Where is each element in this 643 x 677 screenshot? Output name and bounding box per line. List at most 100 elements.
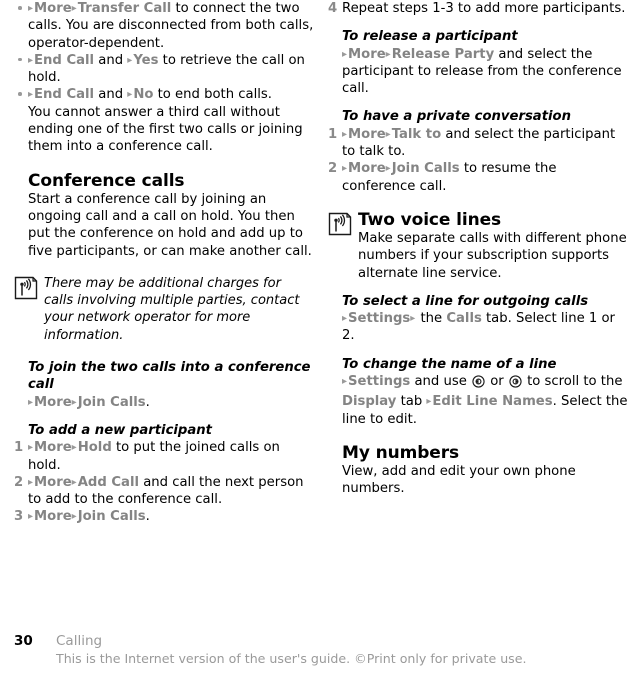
ui-term: Add Call <box>77 474 139 490</box>
left-column: ▸More▸Transfer Call to connect the two c… <box>14 0 314 526</box>
ui-term: More <box>348 161 386 177</box>
list-item-text: ▸Settings▸ the Calls tab. Select line 1 … <box>342 311 615 344</box>
add-participant-steps-continued: 4 Repeat steps 1-3 to add more participan… <box>328 0 628 17</box>
ui-term: End Call <box>34 52 95 68</box>
list-item: ▸Settings▸ the Calls tab. Select line 1 … <box>328 310 628 345</box>
join-two-calls-heading: To join the two calls into a conference … <box>28 360 311 393</box>
list-item-text: ▸End Call and ▸Yes to retrieve the call … <box>28 52 305 86</box>
step-number: 2 <box>14 474 24 490</box>
ui-term: More <box>34 394 72 410</box>
list-item-text: ▸End Call and ▸No to end both calls. <box>28 87 272 103</box>
ui-term: More <box>34 440 72 456</box>
ui-term: No <box>133 87 154 103</box>
my-numbers-text: View, add and edit your own phone number… <box>342 463 576 497</box>
footer-notice: This is the Internet version of the user… <box>56 651 527 666</box>
list-item: 1 ▸More▸Hold to put the joined calls on h… <box>14 439 314 474</box>
transfer-call-bullet-list: ▸More▸Transfer Call to connect the two c… <box>14 0 314 104</box>
ui-term: Settings <box>348 374 411 390</box>
joystick-left-icon <box>472 375 485 393</box>
list-item-text: ▸More▸Join Calls to resume the conferenc… <box>342 161 557 194</box>
charges-note: There may be additional charges for call… <box>14 275 314 344</box>
list-item-text: ▸More▸Transfer Call to connect the two c… <box>28 1 314 51</box>
change-line-name-heading: To change the name of a line <box>342 356 557 372</box>
ui-term: Join Calls <box>391 161 460 177</box>
list-item: ▸Settings and use or to scroll to the Di… <box>328 373 628 428</box>
list-item-text: ▸More▸Add Call and call the next person … <box>28 474 304 508</box>
select-line-steps: ▸Settings▸ the Calls tab. Select line 1 … <box>328 310 628 345</box>
chapter-name: Calling <box>56 633 103 649</box>
conference-calls-intro: Start a conference call by joining an on… <box>28 191 312 259</box>
step-number: 4 <box>328 1 338 16</box>
antenna-transmit-icon <box>14 276 38 305</box>
ui-term: More <box>34 1 72 16</box>
menu-arrow-icon: ▸ <box>410 313 416 325</box>
list-item-text: ▸More▸Release Party and select the parti… <box>342 46 622 97</box>
change-line-name-steps: ▸Settings and use or to scroll to the Di… <box>328 373 628 428</box>
bullet-marker <box>18 6 22 10</box>
charges-note-text: There may be additional charges for call… <box>44 275 300 343</box>
ui-term: More <box>34 509 72 525</box>
page-footer: 30 Calling This is the Internet version o… <box>14 632 629 667</box>
list-item: ▸More▸Join Calls. <box>14 394 314 411</box>
step-number: 1 <box>14 440 24 456</box>
step-number: 2 <box>328 161 338 177</box>
release-participant-steps: ▸More▸Release Party and select the parti… <box>328 46 628 98</box>
list-item: ▸End Call and ▸No to end both calls. <box>14 86 314 103</box>
joystick-right-icon <box>509 375 522 393</box>
third-call-paragraph: You cannot answer a third call without e… <box>28 104 303 155</box>
join-two-calls-steps: ▸More▸Join Calls. <box>14 394 314 411</box>
list-item: ▸End Call and ▸Yes to retrieve the call … <box>14 52 314 87</box>
bullet-marker <box>18 57 22 62</box>
bullet-marker <box>18 92 22 96</box>
list-item: 3 ▸More▸Join Calls. <box>14 508 314 525</box>
ui-term: More <box>348 46 386 62</box>
list-item-text: Repeat steps 1-3 to add more participant… <box>342 1 626 16</box>
ui-term: More <box>34 474 72 490</box>
list-item: 2 ▸More▸Join Calls to resume the conferen… <box>328 160 628 195</box>
manual-page: ▸More▸Transfer Call to connect the two c… <box>0 0 643 677</box>
list-item: ▸More▸Transfer Call to connect the two c… <box>14 0 314 52</box>
step-number: 3 <box>14 509 24 525</box>
ui-term: End Call <box>34 87 95 103</box>
ui-term: Talk to <box>391 126 442 142</box>
two-voice-lines-section: Two voice lines Make separate calls with… <box>328 210 628 282</box>
antenna-transmit-icon <box>328 212 352 240</box>
list-item: ▸More▸Release Party and select the parti… <box>328 46 628 98</box>
list-item-text: ▸More▸Join Calls. <box>28 394 150 410</box>
page-number: 30 <box>14 633 33 649</box>
footer-page-line: 30 Calling <box>14 632 629 650</box>
ui-term: Join Calls <box>77 509 146 525</box>
add-participant-heading: To add a new participant <box>28 422 212 438</box>
list-item: 2 ▸More▸Add Call and call the next person… <box>14 474 314 509</box>
two-voice-lines-intro: Make separate calls with different phone… <box>358 230 627 281</box>
list-item: 4 Repeat steps 1-3 to add more participan… <box>328 0 628 17</box>
private-conversation-heading: To have a private conversation <box>342 109 571 125</box>
two-voice-lines-heading: Two voice lines <box>358 209 502 230</box>
right-column: 4 Repeat steps 1-3 to add more participan… <box>328 0 628 498</box>
ui-term: Release Party <box>391 46 495 62</box>
ui-term: Calls <box>446 311 482 327</box>
add-participant-steps: 1 ▸More▸Hold to put the joined calls on h… <box>14 439 314 525</box>
release-participant-heading: To release a participant <box>342 29 518 45</box>
conference-calls-heading: Conference calls <box>28 170 185 191</box>
list-item-text: ▸Settings and use or to scroll to the Di… <box>342 374 628 427</box>
list-item-text: ▸More▸Hold to put the joined calls on ho… <box>28 440 280 473</box>
select-line-heading: To select a line for outgoing calls <box>342 293 589 309</box>
ui-term: Settings <box>348 311 411 327</box>
list-item-text: ▸More▸Join Calls. <box>28 509 150 525</box>
private-conversation-steps: 1 ▸More▸Talk to and select the participan… <box>328 126 628 195</box>
ui-term: Hold <box>77 440 112 456</box>
list-item-text: ▸More▸Talk to and select the participant… <box>342 126 616 160</box>
my-numbers-heading: My numbers <box>342 442 460 463</box>
ui-term: More <box>348 126 386 142</box>
